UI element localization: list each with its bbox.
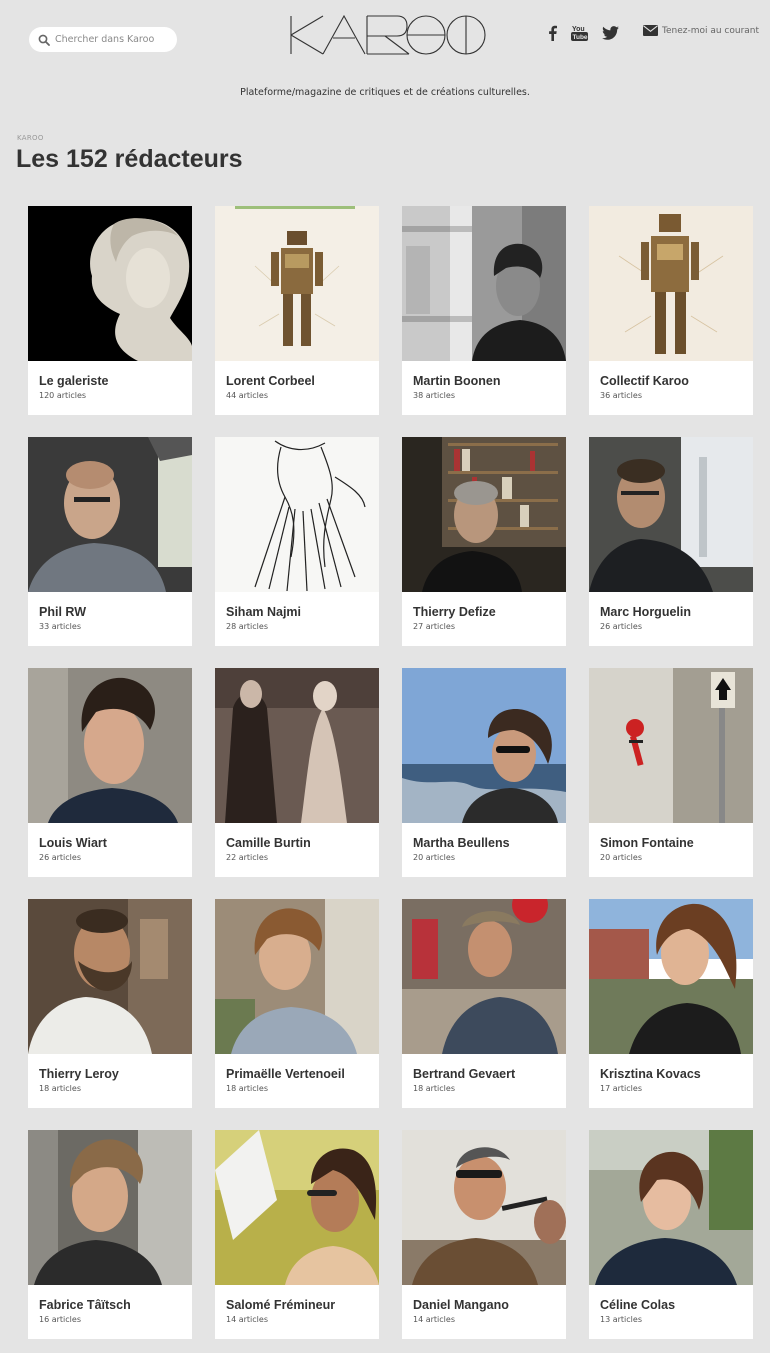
search-box[interactable] (29, 27, 177, 52)
author-photo[interactable] (28, 668, 192, 823)
author-photo[interactable] (28, 899, 192, 1054)
author-photo[interactable] (589, 206, 753, 361)
article-count: 33 articles (39, 622, 81, 631)
article-count: 18 articles (226, 1084, 268, 1093)
author-photo[interactable] (215, 1130, 379, 1285)
article-count: 38 articles (413, 391, 455, 400)
author-photo[interactable] (402, 899, 566, 1054)
article-count: 14 articles (226, 1315, 268, 1324)
author-photo[interactable] (402, 1130, 566, 1285)
author-photo[interactable] (402, 206, 566, 361)
article-count: 18 articles (39, 1084, 81, 1093)
author-name[interactable]: Thierry Defize (402, 592, 566, 619)
author-card[interactable]: Bertrand Gevaert 18 articles (402, 899, 566, 1108)
author-name[interactable]: Marc Horguelin (589, 592, 753, 619)
author-name[interactable]: Camille Burtin (215, 823, 379, 850)
article-count: 18 articles (413, 1084, 455, 1093)
article-count: 16 articles (39, 1315, 81, 1324)
article-count: 17 articles (600, 1084, 642, 1093)
author-card[interactable]: Martin Boonen 38 articles (402, 206, 566, 415)
article-count: 26 articles (39, 853, 81, 862)
author-name[interactable]: Lorent Corbeel (215, 361, 379, 388)
author-card[interactable]: Camille Burtin 22 articles (215, 668, 379, 877)
author-photo[interactable] (28, 437, 192, 592)
article-count: 36 articles (600, 391, 642, 400)
svg-text:Tube: Tube (573, 34, 588, 41)
author-name[interactable]: Daniel Mangano (402, 1285, 566, 1312)
author-name[interactable]: Phil RW (28, 592, 192, 619)
article-count: 26 articles (600, 622, 642, 631)
article-count: 14 articles (413, 1315, 455, 1324)
search-icon (38, 34, 50, 46)
article-count: 20 articles (413, 853, 455, 862)
twitter-icon[interactable] (602, 25, 619, 44)
author-photo[interactable] (215, 206, 379, 361)
article-count: 13 articles (600, 1315, 642, 1324)
authors-grid: Le galeriste 120 articles Lorent Corbeel… (28, 206, 753, 1339)
author-photo[interactable] (215, 899, 379, 1054)
author-photo[interactable] (402, 668, 566, 823)
author-photo[interactable] (215, 668, 379, 823)
article-count: 27 articles (413, 622, 455, 631)
author-name[interactable]: Martin Boonen (402, 361, 566, 388)
author-name[interactable]: Simon Fontaine (589, 823, 753, 850)
author-name[interactable]: Collectif Karoo (589, 361, 753, 388)
author-name[interactable]: Fabrice Tâïtsch (28, 1285, 192, 1312)
article-count: 120 articles (39, 391, 87, 400)
article-count: 20 articles (600, 853, 642, 862)
author-name[interactable]: Thierry Leroy (28, 1054, 192, 1081)
author-photo[interactable] (589, 899, 753, 1054)
author-card[interactable]: Marc Horguelin 26 articles (589, 437, 753, 646)
author-card[interactable]: Thierry Defize 27 articles (402, 437, 566, 646)
author-card[interactable]: Daniel Mangano 14 articles (402, 1130, 566, 1339)
breadcrumb[interactable]: KAROO (17, 134, 44, 142)
author-card[interactable]: Céline Colas 13 articles (589, 1130, 753, 1339)
author-card[interactable]: Krisztina Kovacs 17 articles (589, 899, 753, 1108)
tagline: Plateforme/magazine de critiques et de c… (240, 87, 530, 98)
author-card[interactable]: Collectif Karoo 36 articles (589, 206, 753, 415)
author-card[interactable]: Le galeriste 120 articles (28, 206, 192, 415)
author-card[interactable]: Thierry Leroy 18 articles (28, 899, 192, 1108)
page-title: Les 152 rédacteurs (16, 145, 243, 173)
author-card[interactable]: Simon Fontaine 20 articles (589, 668, 753, 877)
author-photo[interactable] (589, 437, 753, 592)
author-photo[interactable] (28, 1130, 192, 1285)
author-name[interactable]: Salomé Frémineur (215, 1285, 379, 1312)
author-name[interactable]: Primaëlle Vertenoeil (215, 1054, 379, 1081)
article-count: 22 articles (226, 853, 268, 862)
author-photo[interactable] (28, 206, 192, 361)
author-name[interactable]: Le galeriste (28, 361, 192, 388)
author-name[interactable]: Céline Colas (589, 1285, 753, 1312)
author-name[interactable]: Krisztina Kovacs (589, 1054, 753, 1081)
author-photo[interactable] (215, 437, 379, 592)
author-name[interactable]: Martha Beullens (402, 823, 566, 850)
search-input[interactable] (55, 34, 173, 45)
author-card[interactable]: Lorent Corbeel 44 articles (215, 206, 379, 415)
author-photo[interactable] (589, 1130, 753, 1285)
newsletter-link[interactable]: Tenez-moi au courant (643, 25, 759, 36)
author-card[interactable]: Phil RW 33 articles (28, 437, 192, 646)
newsletter-label: Tenez-moi au courant (662, 25, 760, 36)
author-card[interactable]: Primaëlle Vertenoeil 18 articles (215, 899, 379, 1108)
author-name[interactable]: Louis Wiart (28, 823, 192, 850)
author-card[interactable]: Louis Wiart 26 articles (28, 668, 192, 877)
author-card[interactable]: Salomé Frémineur 14 articles (215, 1130, 379, 1339)
author-name[interactable]: Siham Najmi (215, 592, 379, 619)
article-count: 28 articles (226, 622, 268, 631)
envelope-icon (643, 25, 658, 36)
author-card[interactable]: Fabrice Tâïtsch 16 articles (28, 1130, 192, 1339)
youtube-icon[interactable]: You Tube (571, 24, 588, 45)
karoo-logo[interactable] (289, 14, 487, 56)
author-photo[interactable] (589, 668, 753, 823)
facebook-icon[interactable] (548, 25, 557, 45)
social-links: You Tube (548, 24, 633, 45)
author-card[interactable]: Siham Najmi 28 articles (215, 437, 379, 646)
author-name[interactable]: Bertrand Gevaert (402, 1054, 566, 1081)
article-count: 44 articles (226, 391, 268, 400)
author-photo[interactable] (402, 437, 566, 592)
svg-text:You: You (572, 26, 585, 33)
author-card[interactable]: Martha Beullens 20 articles (402, 668, 566, 877)
